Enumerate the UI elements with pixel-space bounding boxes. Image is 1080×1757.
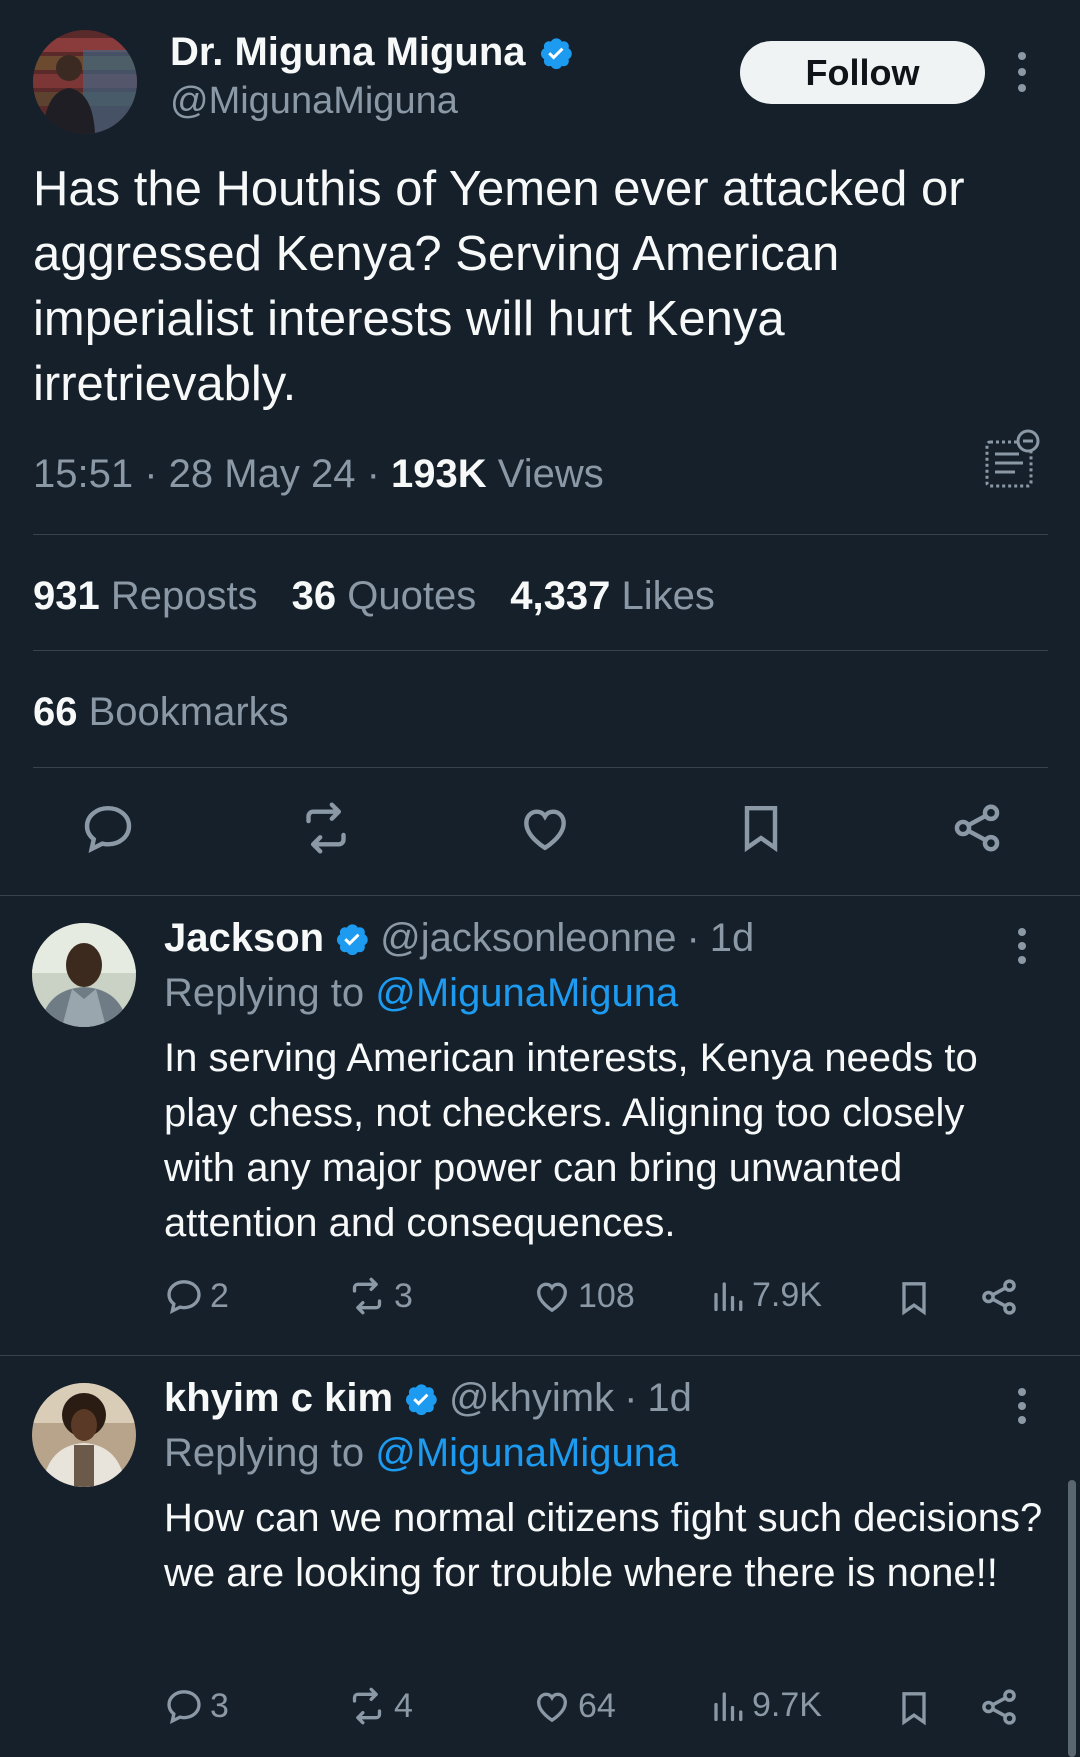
reply-header: Jackson @jacksonleonne · 1d [164,916,754,961]
views-label: Views [497,452,604,496]
verified-badge-icon [403,1381,439,1417]
bookmark-icon[interactable] [894,1686,934,1730]
meta-separator: · [366,452,392,496]
reply-count: 3 [210,1686,229,1725]
grok-summary-icon[interactable] [985,428,1041,490]
reply-age[interactable]: 1d [710,916,755,961]
views-count: 193K [391,452,487,496]
repost-action[interactable]: 4 [346,1686,413,1726]
scrollbar[interactable] [1068,1480,1076,1757]
views-count: 7.9K [752,1276,822,1314]
reply-age[interactable]: 1d [647,1376,692,1421]
author-name-row[interactable]: Dr. Miguna Miguna [170,30,574,75]
like-count: 108 [578,1276,635,1315]
follow-button[interactable]: Follow [740,41,985,104]
verified-badge-icon [334,921,370,957]
replying-handle-link[interactable]: @MigunaMiguna [375,971,678,1015]
replying-handle-link[interactable]: @MigunaMiguna [375,1431,678,1475]
bookmarks-count: 66 [33,690,78,734]
bookmarks-label: Bookmarks [88,690,289,734]
tweet-time[interactable]: 15:51 [33,452,133,496]
likes-stat[interactable]: 4,337 Likes [510,574,715,619]
reply-author-name[interactable]: Jackson [164,916,324,961]
author-avatar[interactable] [33,30,137,134]
quotes-stat[interactable]: 36 Quotes [292,574,477,619]
reply-text: How can we normal citizens fight such de… [164,1496,1043,1595]
views-count: 9.7K [752,1686,822,1724]
share-icon[interactable] [978,1686,1020,1728]
engagement-stats: 931 Reposts 36 Quotes 4,337 Likes [33,574,715,619]
reply-tweet[interactable]: Jackson @jacksonleonne · 1d Replying to … [0,896,1080,1354]
reply-action[interactable]: 2 [164,1276,229,1316]
heart-icon[interactable] [517,800,573,856]
repost-count: 3 [394,1276,413,1315]
repost-action[interactable]: 3 [346,1276,413,1316]
views-icon [710,1688,746,1724]
more-vertical-icon[interactable] [1016,50,1028,94]
bookmark-icon[interactable] [733,800,789,856]
main-tweet: Dr. Miguna Miguna @MigunaMiguna Follow H… [0,0,1080,895]
author-name[interactable]: Dr. Miguna Miguna [170,30,526,75]
meta-separator: · [686,916,700,960]
reply-tweet[interactable]: khyim c kim @khyimk · 1d Replying to @Mi… [0,1356,1080,1757]
reply-author-handle[interactable]: @khyimk [449,1376,614,1421]
reply-icon[interactable] [80,800,136,856]
more-vertical-icon[interactable] [1016,926,1028,966]
bookmark-icon[interactable] [894,1276,934,1320]
heart-icon [532,1686,572,1726]
repost-icon [346,1686,388,1726]
reply-author-name[interactable]: khyim c kim [164,1376,393,1421]
bookmarks-stat[interactable]: 66 Bookmarks [33,690,289,735]
tweet-action-bar [80,800,1005,856]
views-action[interactable]: 9.7K [710,1686,822,1725]
verified-badge-icon [538,35,574,71]
reply-header: khyim c kim @khyimk · 1d [164,1376,692,1421]
share-icon[interactable] [949,800,1005,856]
tweet-meta: 15:51 · 28 May 24 · 193K Views [33,452,604,497]
replying-prefix: Replying to [164,971,365,1015]
more-vertical-icon[interactable] [1016,1386,1028,1426]
repost-icon[interactable] [296,800,356,856]
reply-text: In serving American interests, Kenya nee… [164,1036,978,1245]
replying-to: Replying to @MigunaMiguna [164,971,678,1016]
reply-icon [164,1686,204,1726]
views-icon [710,1278,746,1314]
repost-icon [346,1276,388,1316]
divider [33,767,1048,768]
views-action[interactable]: 7.9K [710,1276,822,1315]
meta-separator: · [624,1376,638,1420]
meta-separator: · [144,452,169,496]
reply-avatar[interactable] [32,923,136,1027]
repost-count: 4 [394,1686,413,1725]
tweet-text: Has the Houthis of Yemen ever attacked o… [33,162,965,411]
tweet-date[interactable]: 28 May 24 [169,452,356,496]
heart-icon [532,1276,572,1316]
reply-author-handle[interactable]: @jacksonleonne [380,916,676,961]
reposts-stat[interactable]: 931 Reposts [33,574,258,619]
replying-prefix: Replying to [164,1431,365,1475]
like-count: 64 [578,1686,616,1725]
reply-action-bar: 2 3 108 7.9K [164,1276,1024,1326]
author-handle[interactable]: @MigunaMiguna [170,80,458,123]
reply-avatar[interactable] [32,1383,136,1487]
like-action[interactable]: 64 [532,1686,616,1726]
replying-to: Replying to @MigunaMiguna [164,1431,678,1476]
reply-count: 2 [210,1276,229,1315]
reply-action[interactable]: 3 [164,1686,229,1726]
divider [33,534,1048,535]
divider [33,650,1048,651]
like-action[interactable]: 108 [532,1276,635,1316]
reply-icon [164,1276,204,1316]
share-icon[interactable] [978,1276,1020,1318]
reply-action-bar: 3 4 64 9.7K [164,1686,1024,1736]
